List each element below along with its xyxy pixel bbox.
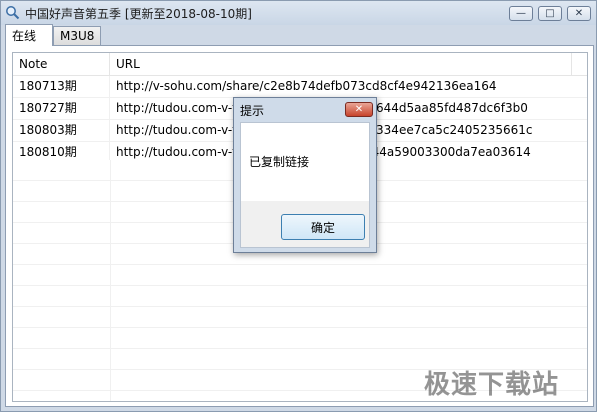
magnifier-app-icon — [6, 6, 20, 20]
close-icon: ✕ — [354, 103, 364, 115]
minimize-icon: — — [516, 7, 526, 19]
dialog-body: 已复制链接 确定 — [240, 122, 370, 248]
tab-online[interactable]: 在线 — [5, 24, 53, 46]
tab-strip: 在线 M3U8 — [5, 24, 595, 46]
watermark-logo: 极速下载站 — [424, 370, 560, 400]
title-bar[interactable]: 中国好声音第五季 [更新至2018-08-10期] — □ ✕ — [1, 1, 596, 25]
row-note: 180803期 — [13, 120, 110, 141]
minimize-button[interactable]: — — [509, 6, 533, 21]
tab-m3u8[interactable]: M3U8 — [53, 26, 101, 45]
dialog-title: 提示 — [240, 104, 265, 118]
close-button[interactable]: ✕ — [567, 6, 591, 21]
dialog-close-button[interactable]: ✕ — [345, 102, 373, 117]
close-icon: ✕ — [574, 7, 584, 19]
row-note: 180713期 — [13, 76, 110, 97]
dialog-footer: 确定 — [241, 201, 369, 247]
dialog-message: 已复制链接 — [249, 155, 310, 169]
ok-button[interactable]: 确定 — [281, 214, 365, 240]
column-divider — [110, 160, 111, 401]
row-url: http://v-sohu.com/share/c2e8b74defb073cd… — [116, 79, 497, 93]
info-dialog: 提示 ✕ 已复制链接 确定 — [233, 97, 377, 253]
column-header-url[interactable]: URL — [110, 53, 572, 75]
maximize-icon: □ — [545, 7, 555, 19]
list-header: Note URL — [13, 53, 587, 76]
column-header-note[interactable]: Note — [13, 53, 110, 75]
app-window: 中国好声音第五季 [更新至2018-08-10期] — □ ✕ 在线 M3U8 … — [0, 0, 597, 412]
row-note: 180727期 — [13, 98, 110, 119]
window-title: 中国好声音第五季 [更新至2018-08-10期] — [25, 7, 252, 21]
maximize-button[interactable]: □ — [538, 6, 562, 21]
list-row[interactable]: 180713期 http://v-sohu.com/share/c2e8b74d… — [13, 76, 587, 98]
